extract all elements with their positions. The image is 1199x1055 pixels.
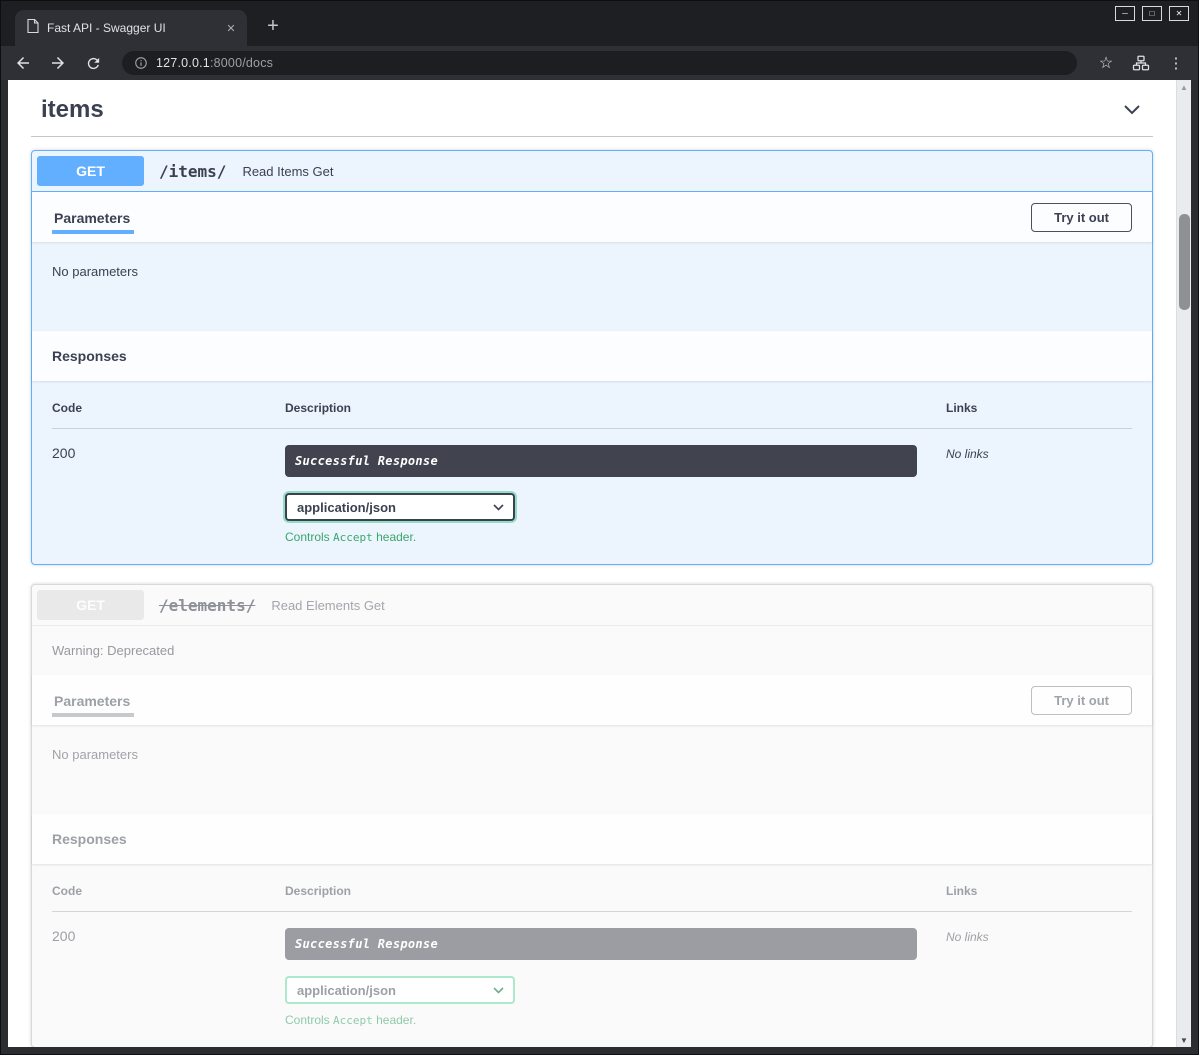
accept-note-prefix: Controls <box>285 530 333 544</box>
url-text: 127.0.0.1:8000/docs <box>156 56 273 70</box>
response-status-code: 200 <box>52 445 285 544</box>
try-it-out-button[interactable]: Try it out <box>1031 203 1132 232</box>
site-info-icon[interactable] <box>134 56 148 70</box>
response-row: 200 Successful Response application/json… <box>52 912 1132 1027</box>
links-column-header: Links <box>946 401 1132 415</box>
method-badge: GET <box>37 156 144 186</box>
tab-close-icon[interactable]: ✕ <box>223 20 239 36</box>
parameters-header: Parameters Try it out <box>32 192 1152 242</box>
select-chevron-icon <box>493 504 504 511</box>
no-parameters-text: No parameters <box>52 747 1132 762</box>
reload-icon[interactable] <box>83 53 103 73</box>
accept-note-suffix: header. <box>373 530 416 544</box>
method-badge: GET <box>37 590 144 620</box>
endpoint-summary: Read Elements Get <box>271 598 384 613</box>
parameters-tab[interactable]: Parameters <box>52 194 132 240</box>
browser-viewport: items GET /items/ Read Items Get Paramet… <box>1 80 1198 1054</box>
no-parameters-text: No parameters <box>52 264 1132 279</box>
tag-title: items <box>41 96 104 124</box>
accept-note-code: Accept <box>333 531 373 544</box>
opblock-body: Warning: Deprecated Parameters Try it ou… <box>32 626 1152 1047</box>
accept-header-note: Controls Accept header. <box>285 530 946 544</box>
select-chevron-icon <box>493 987 504 994</box>
opblock-summary-elements[interactable]: GET /elements/ Read Elements Get <box>32 585 1152 626</box>
opblock-summary-items[interactable]: GET /items/ Read Items Get <box>32 151 1152 192</box>
forward-icon[interactable] <box>48 53 68 73</box>
sitemap-icon[interactable] <box>1131 53 1151 73</box>
browser-tab[interactable]: Fast API - Swagger UI ✕ <box>15 10 247 46</box>
try-it-out-button[interactable]: Try it out <box>1031 686 1132 715</box>
code-column-header: Code <box>52 884 285 898</box>
page-icon <box>27 19 39 38</box>
maximize-button[interactable]: □ <box>1142 6 1162 21</box>
deprecated-warning: Warning: Deprecated <box>32 626 1152 675</box>
swagger-page: items GET /items/ Read Items Get Paramet… <box>8 80 1176 1047</box>
collapse-chevron-icon[interactable] <box>1123 104 1141 116</box>
response-links: No links <box>946 928 1132 1027</box>
window-controls: ─ □ ✕ <box>1115 6 1189 21</box>
menu-kebab-icon[interactable]: ⋮ <box>1166 53 1186 73</box>
responses-header: Responses <box>32 331 1152 381</box>
media-type-value: application/json <box>297 500 396 515</box>
parameters-tab[interactable]: Parameters <box>52 677 132 723</box>
accept-note-suffix: header. <box>373 1013 416 1027</box>
responses-table-header: Code Description Links <box>52 884 1132 912</box>
new-tab-button[interactable]: + <box>261 14 285 38</box>
endpoint-summary: Read Items Get <box>242 164 333 179</box>
accept-note-prefix: Controls <box>285 1013 333 1027</box>
page-scrollbar[interactable]: ▲ ▼ <box>1176 80 1191 1047</box>
response-description: Successful Response <box>285 928 917 960</box>
accept-header-note: Controls Accept header. <box>285 1013 946 1027</box>
response-row: 200 Successful Response application/json… <box>52 429 1132 544</box>
opblock-body: Parameters Try it out No parameters Resp… <box>32 192 1152 564</box>
url-path: :8000/docs <box>210 56 273 70</box>
back-icon[interactable] <box>13 53 33 73</box>
media-type-value: application/json <box>297 983 396 998</box>
scrollbar-thumb[interactable] <box>1179 214 1190 310</box>
bookmark-star-icon[interactable]: ☆ <box>1096 53 1116 73</box>
window-titlebar: Fast API - Swagger UI ✕ + ─ □ ✕ <box>1 1 1198 46</box>
scroll-down-icon[interactable]: ▼ <box>1177 1033 1191 1047</box>
description-column-header: Description <box>285 401 946 415</box>
response-description-cell: Successful Response application/json Con… <box>285 928 946 1027</box>
opblock-get-elements-deprecated: GET /elements/ Read Elements Get Warning… <box>31 584 1153 1047</box>
parameters-body: No parameters <box>32 242 1152 331</box>
responses-title: Responses <box>52 831 127 847</box>
media-type-select[interactable]: application/json <box>285 976 515 1004</box>
responses-table-header: Code Description Links <box>52 401 1132 429</box>
response-status-code: 200 <box>52 928 285 1027</box>
url-host: 127.0.0.1 <box>156 56 210 70</box>
accept-note-code: Accept <box>333 1014 373 1027</box>
links-column-header: Links <box>946 884 1132 898</box>
response-links: No links <box>946 445 1132 544</box>
browser-window: Fast API - Swagger UI ✕ + ─ □ ✕ 127.0.0.… <box>0 0 1199 1055</box>
opblock-get-items: GET /items/ Read Items Get Parameters Tr… <box>31 150 1153 565</box>
responses-table: Code Description Links 200 Successful Re… <box>32 381 1152 564</box>
parameters-body: No parameters <box>32 725 1152 814</box>
response-description-cell: Successful Response application/json Con… <box>285 445 946 544</box>
parameters-header: Parameters Try it out <box>32 675 1152 725</box>
response-description: Successful Response <box>285 445 917 477</box>
browser-toolbar: 127.0.0.1:8000/docs ☆ ⋮ <box>1 46 1198 80</box>
url-bar[interactable]: 127.0.0.1:8000/docs <box>122 51 1077 75</box>
code-column-header: Code <box>52 401 285 415</box>
description-column-header: Description <box>285 884 946 898</box>
responses-table: Code Description Links 200 Successful Re… <box>32 864 1152 1047</box>
media-type-select[interactable]: application/json <box>285 493 515 521</box>
endpoint-path: /elements/ <box>149 596 265 615</box>
close-button[interactable]: ✕ <box>1169 6 1189 21</box>
scroll-up-icon[interactable]: ▲ <box>1177 80 1191 94</box>
tag-section-header[interactable]: items <box>31 84 1153 137</box>
minimize-button[interactable]: ─ <box>1115 6 1135 21</box>
endpoint-path: /items/ <box>149 162 236 181</box>
tab-title: Fast API - Swagger UI <box>47 21 215 35</box>
responses-title: Responses <box>52 348 127 364</box>
responses-header: Responses <box>32 814 1152 864</box>
